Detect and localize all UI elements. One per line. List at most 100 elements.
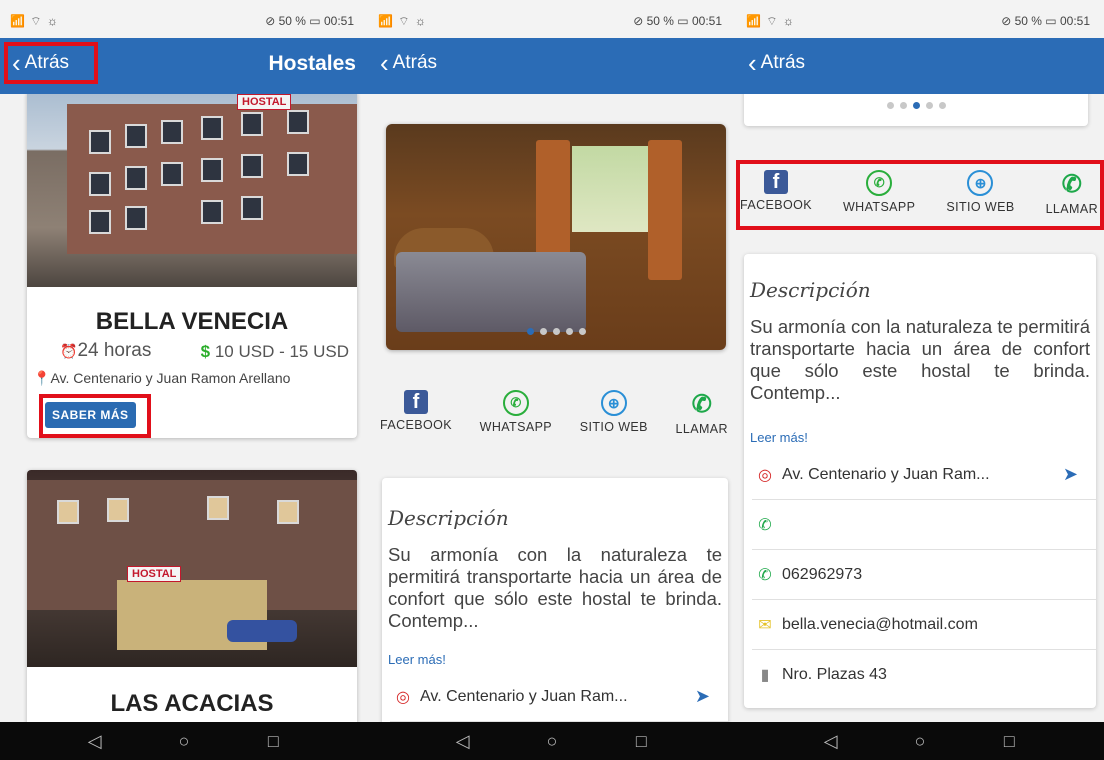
status-bar: 📶 ⌔ ☼ ⊘ 50 % ▭ 00:51 (736, 0, 1104, 38)
address-text: Av. Centenario y Juan Ram... (782, 465, 990, 483)
website-button[interactable]: ⊕ SITIO WEB (580, 390, 648, 436)
whatsapp-icon: ✆ (502, 390, 529, 416)
status-right: ⊘ 50 % ▭ 00:51 (1001, 14, 1090, 28)
nav-recent-icon[interactable]: □ (999, 731, 1019, 752)
facebook-button[interactable]: f FACEBOOK (740, 170, 812, 216)
hostel-card[interactable]: HOSTAL LAS ACACIAS (27, 470, 357, 722)
photo-gallery[interactable] (744, 94, 1088, 126)
back-label: Atrás (760, 52, 806, 73)
back-button[interactable]: ‹ Atrás (748, 48, 806, 78)
plazas-text: Nro. Plazas 43 (782, 666, 887, 683)
back-button[interactable]: ‹ Atrás (12, 48, 70, 78)
email-row[interactable]: ✉ bella.venecia@hotmail.com (752, 600, 1096, 650)
system-nav-bar: ◁ ○ □ (736, 722, 1104, 760)
description-title: Descripción (750, 278, 871, 302)
whatsapp-button[interactable]: ✆ WHATSAPP (480, 390, 552, 436)
status-right: ⊘ 50 % ▭ 00:51 (265, 14, 354, 28)
phone-text: 062962973 (782, 565, 863, 583)
signal-icons: 📶 ⌔ ☼ (10, 14, 59, 28)
call-button[interactable]: ✆ LLAMAR (1045, 170, 1098, 217)
chevron-left-icon: ‹ (380, 48, 389, 78)
navigate-icon[interactable]: ➤ (1063, 464, 1078, 485)
signal-icons: 📶 ⌔ ☼ (378, 14, 427, 28)
hostal-sign: HOSTAL (237, 94, 292, 110)
clock-icon: ⏰ (60, 343, 78, 359)
system-nav-bar: ◁ ○ □ (0, 722, 368, 760)
back-button[interactable]: ‹ Atrás (380, 48, 438, 78)
nav-home-icon[interactable]: ○ (542, 731, 562, 752)
gallery-dots (386, 328, 726, 335)
whatsapp-button[interactable]: ✆ WHATSAPP (843, 170, 915, 216)
gallery-dots (744, 102, 1088, 109)
clipboard-icon: ▮ (760, 667, 770, 684)
hours-info: ⏰24 horas (60, 340, 151, 362)
globe-icon: ⊕ (967, 170, 994, 196)
saber-mas-button[interactable]: SABER MÁS (45, 402, 136, 428)
nav-back-icon[interactable]: ◁ (821, 731, 841, 752)
whatsapp-label: WHATSAPP (479, 420, 553, 434)
detail-content[interactable]: f FACEBOOK ✆ WHATSAPP ⊕ SITIO WEB ✆ LLAM… (736, 94, 1104, 722)
screen-detail: 📶 ⌔ ☼ ⊘ 50 % ▭ 00:51 ‹ Atrás f FACEBOOK … (368, 0, 736, 760)
hostel-name: LAS ACACIAS (110, 690, 274, 717)
call-label: LLAMAR (1045, 202, 1098, 216)
nav-recent-icon[interactable]: □ (631, 731, 651, 752)
plazas-row: ▮ Nro. Plazas 43 (752, 650, 1096, 700)
photo-gallery[interactable] (386, 124, 726, 350)
nav-back-icon[interactable]: ◁ (453, 731, 473, 752)
call-button[interactable]: ✆ LLAMAR (676, 390, 728, 437)
website-button[interactable]: ⊕ SITIO WEB (946, 170, 1014, 216)
app-bar: ‹ Atrás (736, 38, 1104, 94)
facebook-button[interactable]: f FACEBOOK (380, 390, 452, 436)
location-pin-icon: ◎ (758, 466, 772, 484)
description-text: Su armonía con la naturaleza te permitir… (388, 544, 722, 631)
comparison-page: 📶 ⌔ ☼ ⊘ 50 % ▭ 00:51 ‹ Atrás Hostales HO… (0, 0, 1104, 760)
address-row[interactable]: ◎ Av. Centenario y Juan Ram... ➤ (390, 672, 728, 722)
globe-icon: ⊕ (600, 390, 627, 416)
social-buttons: f FACEBOOK ✆ WHATSAPP ⊕ SITIO WEB ✆ LLAM… (736, 170, 1104, 216)
address-info: 📍Av. Centenario y Juan Ramon Arellano (33, 370, 290, 387)
whatsapp-label: WHATSAPP (842, 200, 916, 214)
nav-back-icon[interactable]: ◁ (85, 731, 105, 752)
description-card: Descripción Su armonía con la naturaleza… (744, 254, 1096, 708)
price-info: $ 10 USD - 15 USD (201, 342, 349, 362)
list-content[interactable]: HOSTAL BELLA VENECIA ⏰24 horas $ 10 USD … (0, 94, 368, 722)
phone-row[interactable]: ✆ 062962973 (752, 550, 1096, 600)
back-label: Atrás (24, 52, 70, 73)
navigate-icon[interactable]: ➤ (695, 686, 710, 707)
nav-recent-icon[interactable]: □ (263, 731, 283, 752)
dollar-icon: $ (200, 342, 211, 361)
facebook-label: FACEBOOK (740, 198, 812, 212)
app-bar: ‹ Atrás (368, 38, 736, 94)
status-right: ⊘ 50 % ▭ 00:51 (633, 14, 722, 28)
address-row[interactable]: ◎ Av. Centenario y Juan Ram... ➤ (752, 450, 1096, 500)
location-pin-icon: ◎ (396, 688, 410, 706)
price-text: 10 USD - 15 USD (214, 342, 349, 361)
back-label: Atrás (392, 52, 438, 73)
pin-icon: 📍 (33, 370, 51, 386)
website-label: SITIO WEB (579, 420, 648, 434)
chevron-left-icon: ‹ (12, 48, 21, 78)
hostel-photo: HOSTAL (27, 94, 357, 287)
read-more-link[interactable]: Leer más! (388, 652, 446, 667)
facebook-label: FACEBOOK (380, 418, 452, 432)
mail-icon: ✉ (758, 616, 772, 634)
screen-detail-scrolled: 📶 ⌔ ☼ ⊘ 50 % ▭ 00:51 ‹ Atrás f FACEBOOK (736, 0, 1104, 760)
detail-content[interactable]: f FACEBOOK ✆ WHATSAPP ⊕ SITIO WEB ✆ LLAM… (368, 94, 736, 722)
address-text: Av. Centenario y Juan Ramon Arellano (50, 370, 291, 386)
phone-icon: ✆ (758, 566, 772, 584)
page-title: Hostales (268, 52, 356, 75)
nav-home-icon[interactable]: ○ (910, 731, 930, 752)
status-bar: 📶 ⌔ ☼ ⊘ 50 % ▭ 00:51 (0, 0, 368, 38)
chevron-left-icon: ‹ (748, 48, 757, 78)
description-title: Descripción (388, 506, 509, 530)
whatsapp-icon: ✆ (866, 170, 893, 196)
signal-icons: 📶 ⌔ ☼ (746, 14, 795, 28)
hostel-card[interactable]: HOSTAL BELLA VENECIA ⏰24 horas $ 10 USD … (27, 94, 357, 438)
screen-list: 📶 ⌔ ☼ ⊘ 50 % ▭ 00:51 ‹ Atrás Hostales HO… (0, 0, 368, 760)
nav-home-icon[interactable]: ○ (174, 731, 194, 752)
read-more-link[interactable]: Leer más! (750, 430, 808, 445)
phone-row[interactable]: ✆ (752, 500, 1096, 550)
email-text: bella.venecia@hotmail.com (782, 615, 978, 633)
phone-icon: ✆ (691, 390, 712, 418)
facebook-icon: f (763, 170, 788, 194)
